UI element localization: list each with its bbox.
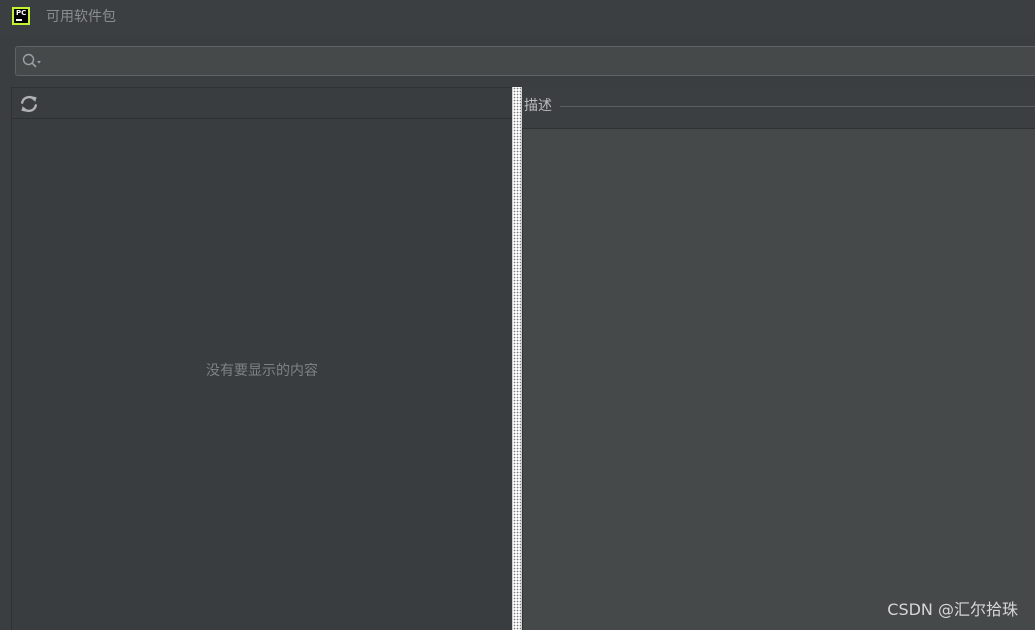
search-icon[interactable] — [22, 53, 44, 69]
description-panel: CSDN @汇尔拾珠 — [522, 128, 1035, 630]
window-title: 可用软件包 — [46, 9, 116, 25]
packages-toolbar — [12, 88, 512, 119]
watermark: CSDN @汇尔拾珠 — [887, 600, 1018, 619]
refresh-icon[interactable] — [18, 93, 40, 115]
pycharm-icon: PC — [12, 7, 30, 25]
search-bar[interactable] — [15, 46, 1035, 76]
description-label: 描述 — [524, 97, 558, 115]
search-input[interactable] — [50, 51, 1034, 73]
available-packages-window: PC 可用软件包 没有要显示的内容 描述 CSDN @汇尔拾珠 — [0, 0, 1035, 630]
description-divider — [560, 106, 1035, 107]
description-header: 描述 — [522, 87, 1035, 128]
panel-splitter[interactable] — [512, 87, 522, 630]
packages-list-panel: 没有要显示的内容 — [11, 87, 512, 630]
title-bar: PC 可用软件包 — [0, 0, 1035, 34]
empty-list-message: 没有要显示的内容 — [206, 363, 318, 379]
